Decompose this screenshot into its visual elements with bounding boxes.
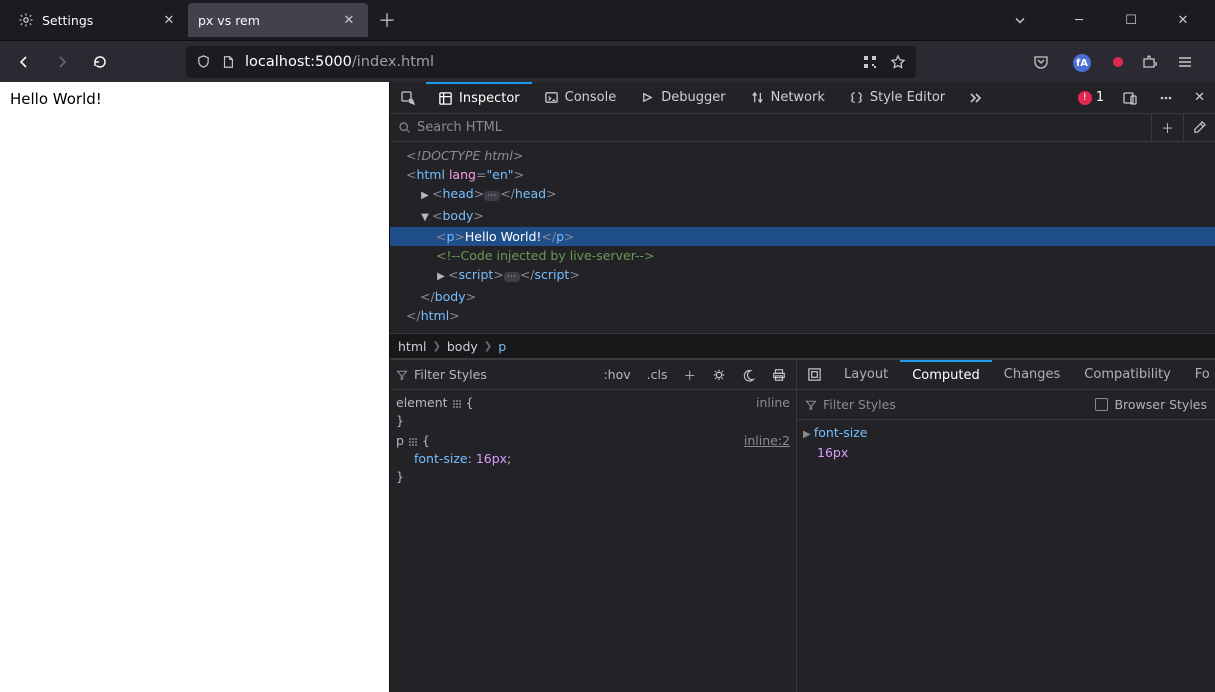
tab-inspector[interactable]: Inspector: [426, 82, 532, 114]
tab-debugger[interactable]: Debugger: [628, 82, 737, 114]
dom-selected-node[interactable]: <p>Hello World!</p>: [390, 227, 1215, 246]
url-text: localhost:5000/index.html: [245, 54, 434, 70]
extensions-icon[interactable]: [1141, 54, 1167, 70]
devtools-close-icon[interactable]: ✕: [1184, 82, 1215, 114]
chevron-down-icon[interactable]: [1013, 13, 1041, 27]
print-icon[interactable]: [768, 368, 790, 382]
tab-style-editor[interactable]: Style Editor: [837, 82, 957, 114]
tab-settings[interactable]: Settings ✕: [8, 3, 188, 37]
page-text: Hello World!: [10, 90, 379, 108]
address-bar: localhost:5000/index.html fA: [0, 40, 1215, 82]
tab-label: px vs rem: [198, 13, 332, 28]
responsive-mode-icon[interactable]: [1112, 82, 1148, 114]
page-viewport[interactable]: Hello World!: [0, 82, 389, 692]
meatball-menu-icon[interactable]: [1148, 82, 1184, 114]
reload-button[interactable]: [84, 46, 116, 78]
dark-mode-icon[interactable]: [738, 368, 760, 382]
close-button[interactable]: ✕: [1169, 13, 1197, 28]
crumb-p[interactable]: p: [498, 339, 506, 354]
devtools-toolbar: Inspector Console Debugger Network Style…: [390, 82, 1215, 114]
url-input[interactable]: localhost:5000/index.html: [186, 46, 916, 78]
shield-icon: [196, 54, 211, 69]
bookmark-star-icon[interactable]: [890, 54, 906, 70]
box-model-icon[interactable]: [797, 360, 832, 389]
page-icon: [221, 55, 235, 69]
tab-px-vs-rem[interactable]: px vs rem ✕: [188, 3, 368, 37]
new-tab-button[interactable]: ＋: [372, 7, 402, 33]
devtools-panel: Inspector Console Debugger Network Style…: [389, 82, 1215, 692]
crumb-html[interactable]: html: [398, 339, 426, 354]
maximize-button[interactable]: ☐: [1117, 13, 1145, 28]
tab-computed[interactable]: Computed: [900, 360, 992, 389]
rules-panel: Filter Styles :hov .cls ＋: [390, 360, 797, 692]
eyedropper-icon[interactable]: [1183, 114, 1215, 142]
tab-compatibility[interactable]: Compatibility: [1072, 360, 1183, 389]
notification-icon[interactable]: [1105, 52, 1131, 71]
toolbar-right: fA: [1033, 51, 1207, 73]
tab-network[interactable]: Network: [738, 82, 837, 114]
minimize-button[interactable]: ─: [1065, 13, 1093, 28]
account-icon[interactable]: fA: [1069, 51, 1095, 73]
tab-layout[interactable]: Layout: [832, 360, 900, 389]
add-rule-button[interactable]: ＋: [679, 365, 700, 384]
sidebar-panel: Layout Computed Changes Compatibility Fo…: [797, 360, 1215, 692]
close-icon[interactable]: ✕: [340, 11, 358, 29]
tab-console[interactable]: Console: [532, 82, 629, 114]
light-mode-icon[interactable]: [708, 368, 730, 382]
cls-button[interactable]: .cls: [643, 367, 672, 382]
element-picker-button[interactable]: [390, 82, 426, 114]
dom-search-row: Search HTML ＋: [390, 114, 1215, 142]
error-indicator[interactable]: !1: [1070, 90, 1112, 105]
filter-icon: [805, 399, 817, 411]
dom-tree[interactable]: <!DOCTYPE html> <html lang="en"> ▶<head>…: [390, 142, 1215, 333]
pocket-icon[interactable]: [1033, 54, 1059, 70]
qr-icon[interactable]: [862, 54, 878, 70]
crumb-body[interactable]: body: [447, 339, 478, 354]
tab-fonts[interactable]: Fo: [1183, 360, 1215, 389]
window-controls: ─ ☐ ✕: [1013, 13, 1207, 28]
back-button[interactable]: [8, 46, 40, 78]
overflow-icon[interactable]: [957, 82, 993, 114]
rules-filter-input[interactable]: Filter Styles: [396, 367, 591, 382]
browser-tab-bar: Settings ✕ px vs rem ✕ ＋ ─ ☐ ✕: [0, 0, 1215, 40]
close-icon[interactable]: ✕: [160, 11, 178, 29]
computed-list[interactable]: ▶ font-size 16px: [797, 420, 1215, 692]
tab-changes[interactable]: Changes: [992, 360, 1073, 389]
gear-icon: [18, 12, 34, 28]
computed-filter-input[interactable]: Filter Styles: [823, 397, 896, 412]
forward-button[interactable]: [46, 46, 78, 78]
add-node-button[interactable]: ＋: [1151, 114, 1183, 142]
browser-styles-checkbox[interactable]: Browser Styles: [1095, 397, 1207, 412]
hamburger-menu-icon[interactable]: [1177, 54, 1203, 70]
tab-label: Settings: [42, 13, 152, 28]
breadcrumb: html ❯ body ❯ p: [390, 333, 1215, 359]
dom-search-input[interactable]: Search HTML: [390, 114, 1151, 141]
hov-button[interactable]: :hov: [599, 367, 634, 382]
css-rules[interactable]: element {inline } p {inline:2 font-size:…: [390, 390, 796, 692]
